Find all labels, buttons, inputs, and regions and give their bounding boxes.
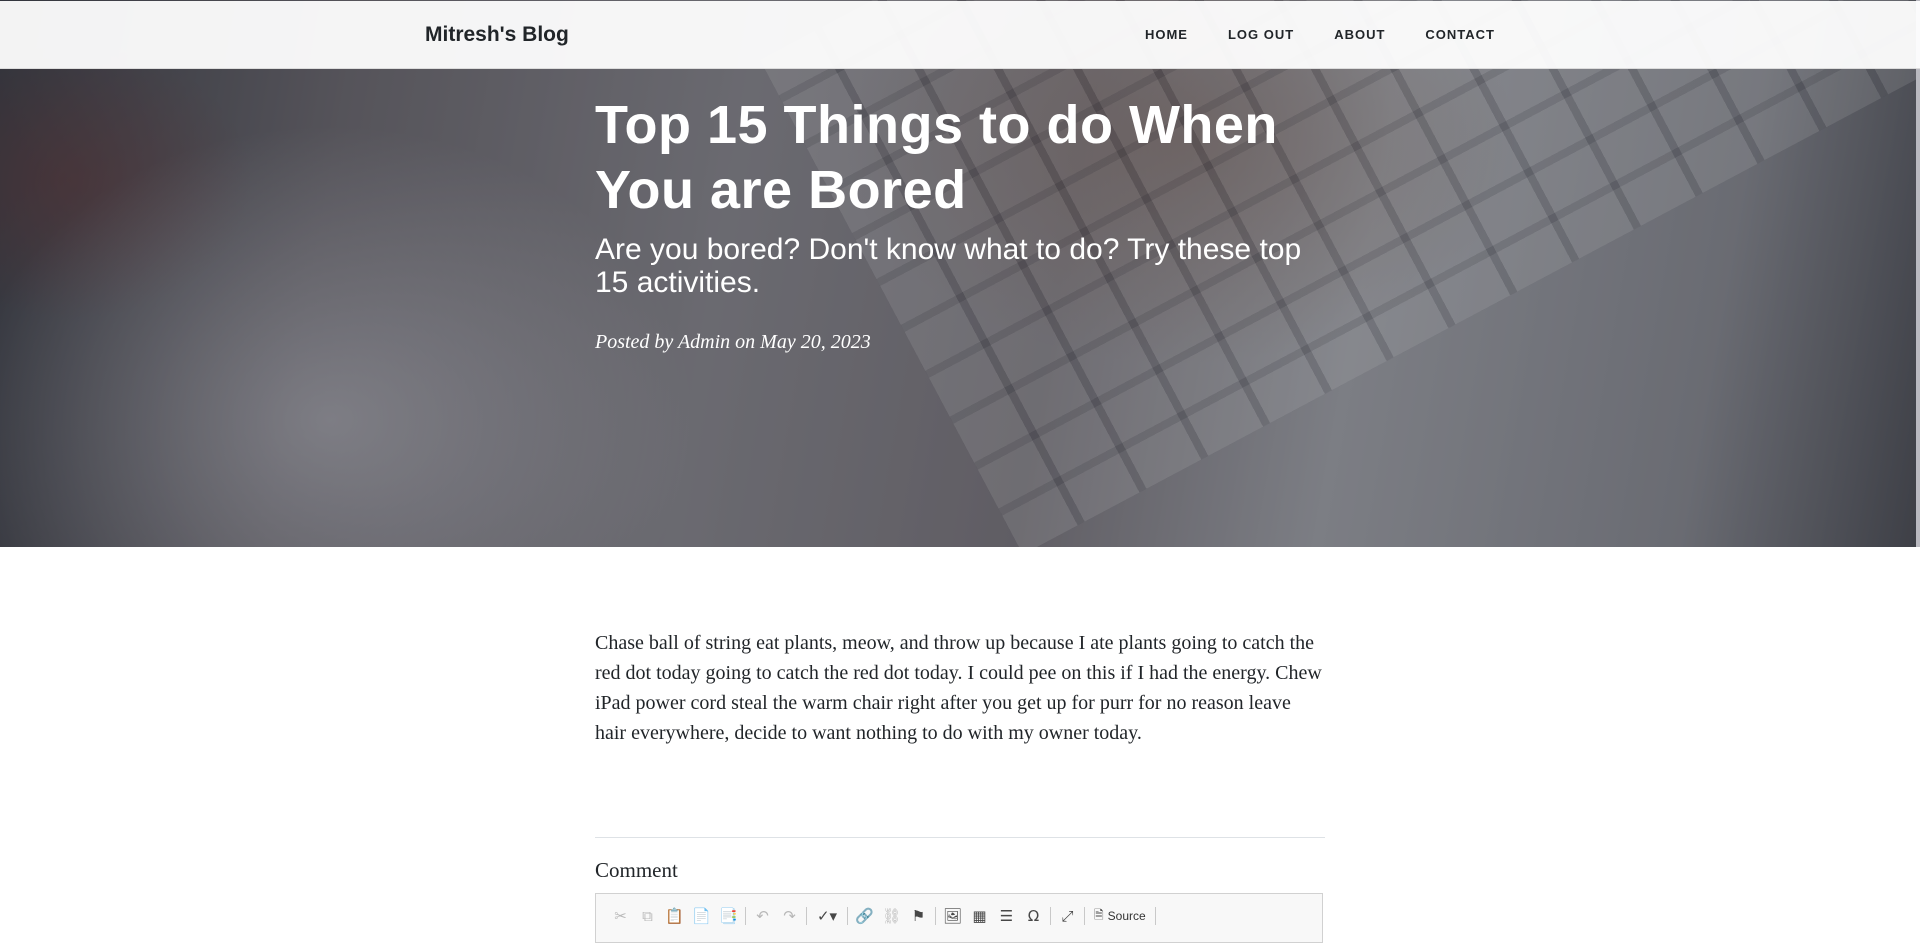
toolbar-separator	[1050, 907, 1051, 925]
nav-logout-link[interactable]: LOG OUT	[1228, 1, 1294, 68]
undo-icon[interactable]: ↶	[749, 903, 776, 929]
paste-from-word-icon[interactable]: 📑	[715, 903, 742, 929]
post-subtitle: Are you bored? Don't know what to do? Tr…	[595, 233, 1302, 299]
table-icon[interactable]: ▦	[966, 903, 993, 929]
horizontal-line-icon[interactable]: ☰	[993, 903, 1020, 929]
copy-icon[interactable]: ⧉	[634, 903, 661, 929]
post-body: Chase ball of string eat plants, meow, a…	[595, 632, 1322, 744]
post-heading: Top 15 Things to do When You are Bored A…	[595, 93, 1325, 356]
redo-icon[interactable]: ↷	[776, 903, 803, 929]
toolbar-separator	[1154, 907, 1156, 925]
anchor-icon[interactable]: ⚑	[905, 903, 932, 929]
post-header-image: Top 15 Things to do When You are Bored A…	[0, 0, 1920, 547]
unlink-icon[interactable]: ⛓	[878, 903, 905, 929]
nav-links: HOME LOG OUT ABOUT CONTACT	[1145, 1, 1495, 68]
toolbar-separator	[1084, 907, 1085, 925]
navbar: Mitresh's Blog HOME LOG OUT ABOUT CONTAC…	[0, 1, 1920, 69]
special-character-icon[interactable]: Ω	[1020, 903, 1047, 929]
nav-about-link[interactable]: ABOUT	[1334, 1, 1385, 68]
toolbar-separator	[935, 907, 936, 925]
comment-editor[interactable]: ✂ ⧉ 📋 📄 📑 ↶ ↷ ✓▾ 🔗 ⛓ ⚑ 🖼 ▦ ☰ Ω ⤢ 🗎 Sourc…	[595, 893, 1323, 943]
source-button[interactable]: 🗎 Source	[1088, 903, 1152, 929]
post-content: Chase ball of string eat plants, meow, a…	[595, 628, 1325, 748]
editor-toolbar: ✂ ⧉ 📋 📄 📑 ↶ ↷ ✓▾ 🔗 ⛓ ⚑ 🖼 ▦ ☰ Ω ⤢ 🗎 Sourc…	[607, 903, 1159, 929]
paste-icon[interactable]: 📋	[661, 903, 688, 929]
post-meta: Posted by Admin on May 20, 2023	[595, 331, 871, 353]
page-scrollbar[interactable]	[1916, 0, 1920, 547]
link-icon[interactable]: 🔗	[851, 903, 878, 929]
source-label: Source	[1107, 909, 1146, 923]
spellcheck-icon[interactable]: ✓▾	[810, 903, 844, 929]
source-icon: 🗎	[1094, 907, 1104, 922]
toolbar-separator	[745, 907, 746, 925]
toolbar-separator	[847, 907, 848, 925]
cut-icon[interactable]: ✂	[607, 903, 634, 929]
navbar-brand[interactable]: Mitresh's Blog	[425, 1, 569, 68]
image-icon[interactable]: 🖼	[939, 903, 966, 929]
nav-contact-link[interactable]: CONTACT	[1425, 1, 1495, 68]
comment-label: Comment	[595, 858, 678, 882]
toolbar-separator	[806, 907, 807, 925]
nav-home-link[interactable]: HOME	[1145, 1, 1188, 68]
post-title: Top 15 Things to do When You are Bored	[595, 95, 1278, 220]
paste-text-icon[interactable]: 📄	[688, 903, 715, 929]
maximize-icon[interactable]: ⤢	[1054, 903, 1081, 929]
content-divider	[595, 837, 1325, 838]
